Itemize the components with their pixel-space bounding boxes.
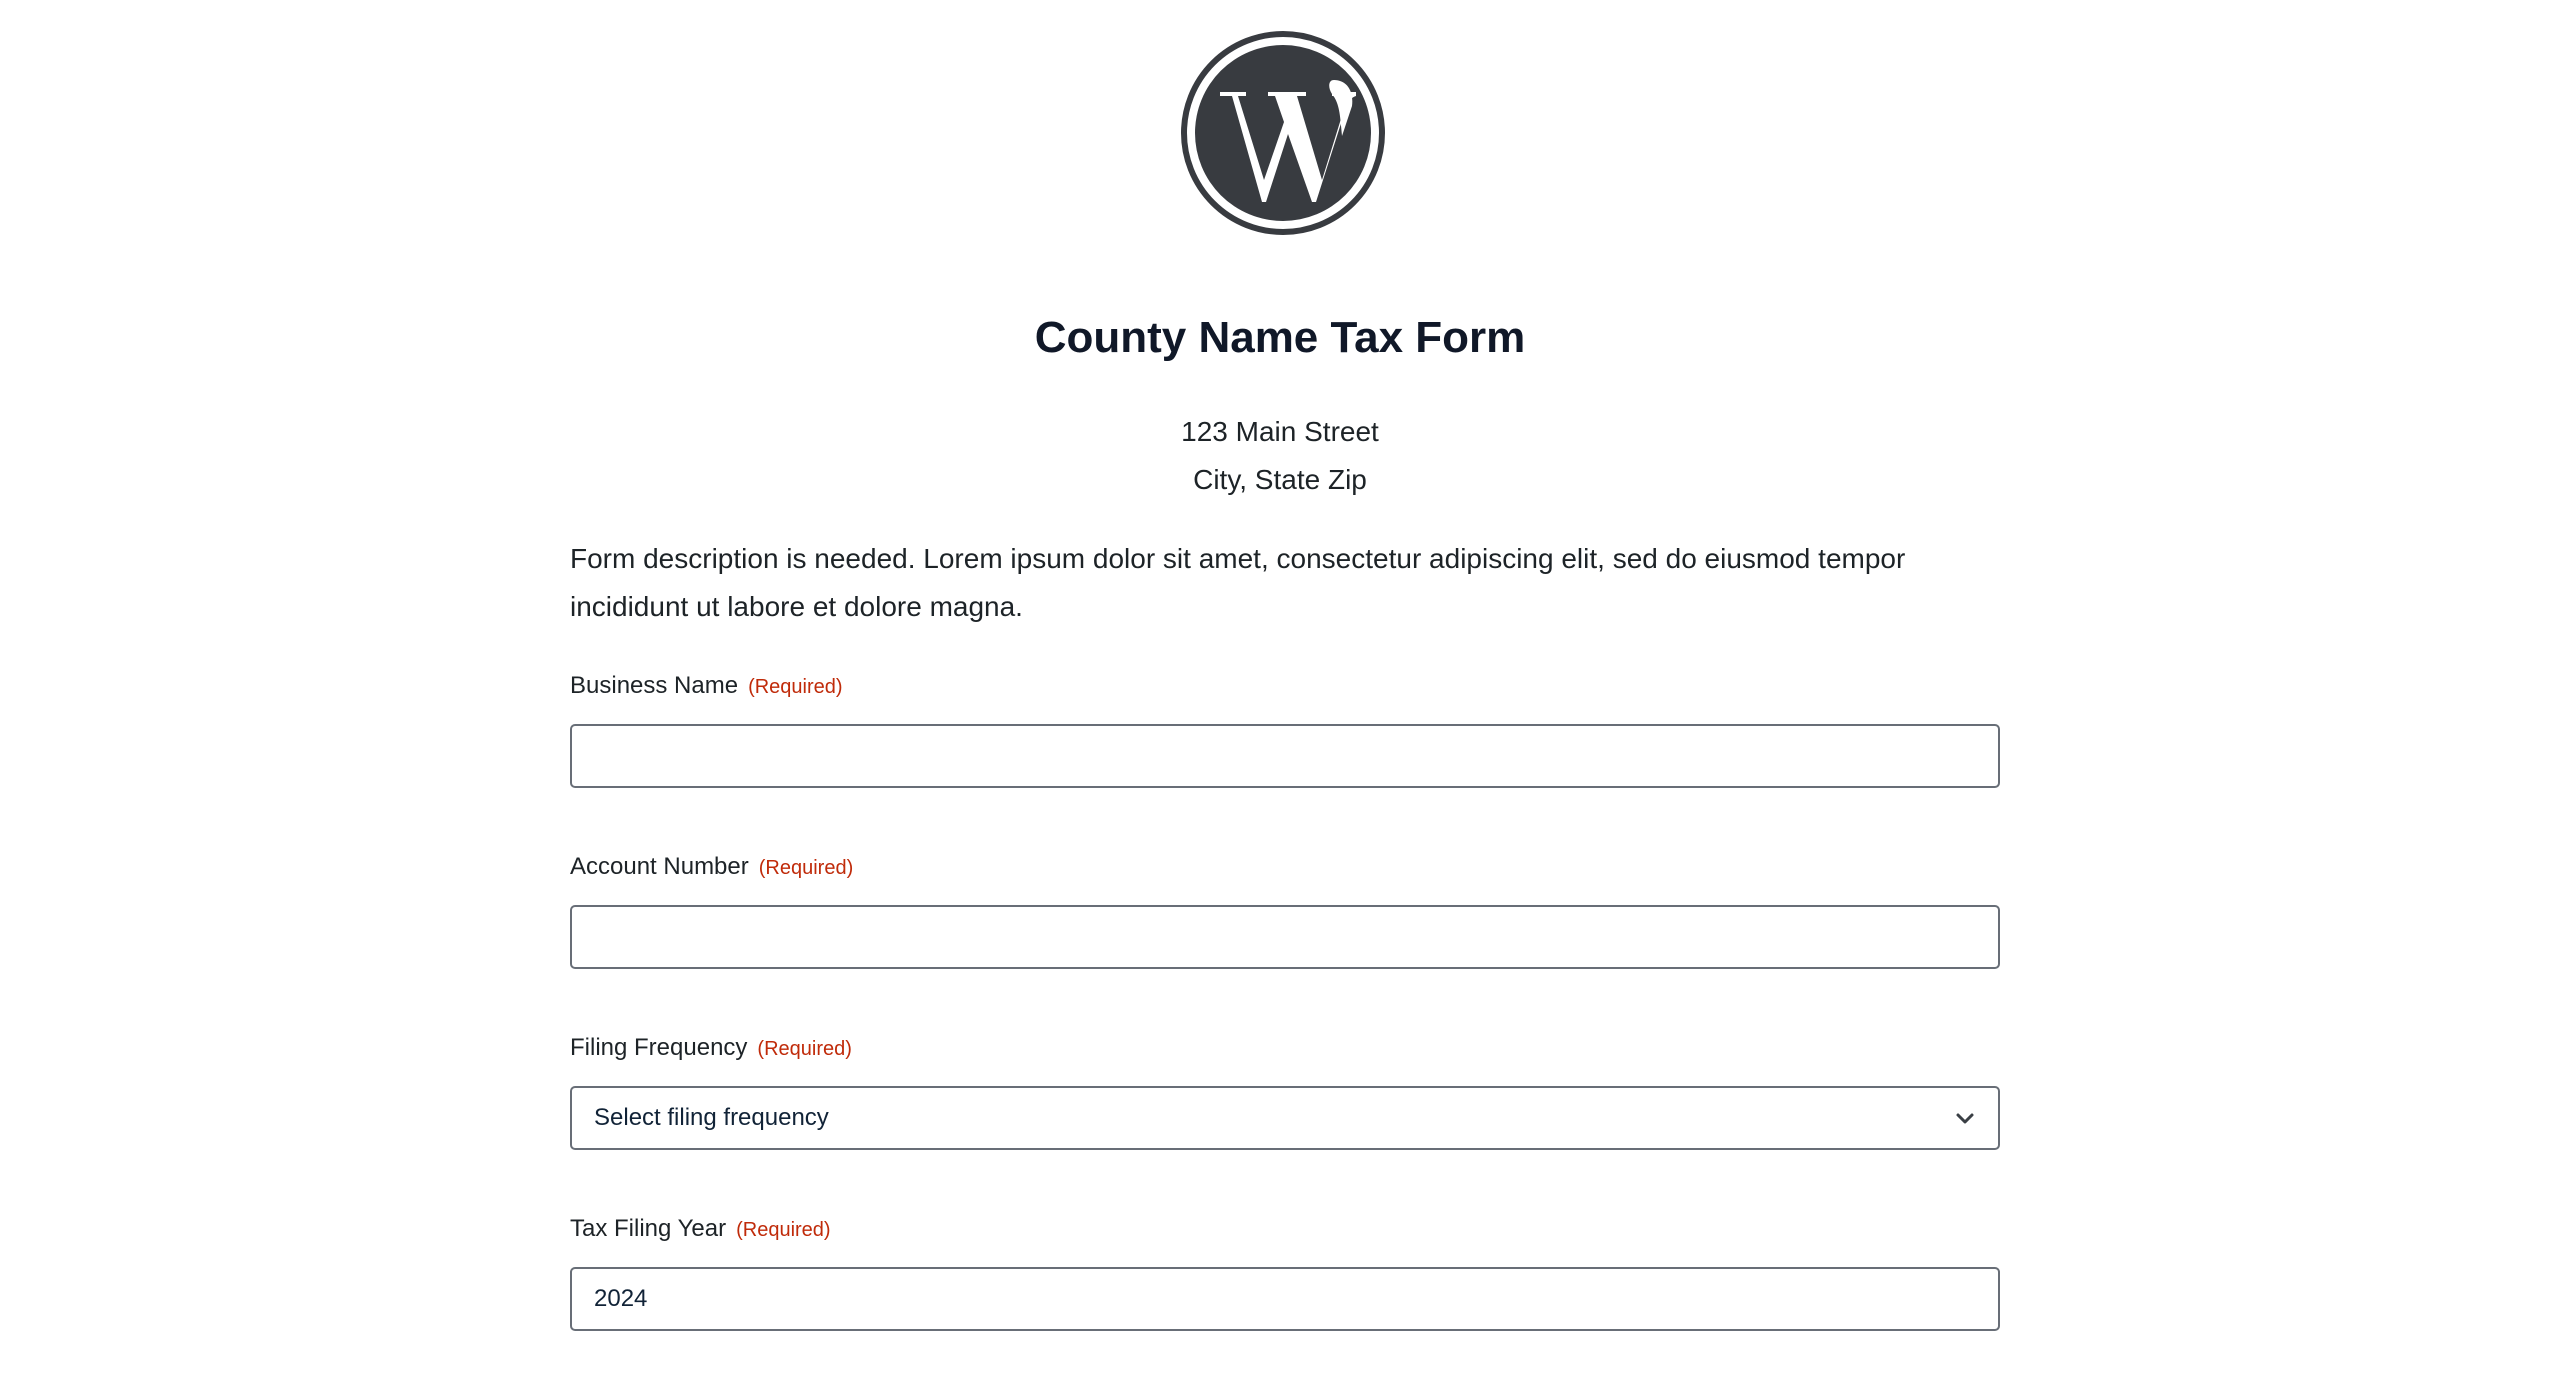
business-name-input[interactable] [570, 724, 2000, 788]
account-number-field: Account Number (Required) [570, 851, 2000, 969]
address: 123 Main Street City, State Zip [0, 408, 2560, 504]
account-number-label: Account Number (Required) [570, 851, 2000, 883]
filing-frequency-label-text: Filing Frequency [570, 1034, 748, 1061]
filing-frequency-label: Filing Frequency (Required) [570, 1032, 2000, 1064]
wordpress-logo-icon [1180, 30, 1386, 236]
required-indicator: (Required) [758, 857, 854, 879]
required-indicator: (Required) [757, 1038, 852, 1060]
required-indicator: (Required) [748, 676, 843, 698]
address-line-1: 123 Main Street [1181, 416, 1379, 447]
page-title: County Name Tax Form [1034, 313, 1526, 362]
next-field-label-cut-off [570, 1386, 650, 1390]
filing-frequency-field: Filing Frequency (Required) Select filing… [570, 1032, 2000, 1150]
business-name-field: Business Name (Required) [570, 670, 2000, 788]
filing-frequency-select[interactable]: Select filing frequency [570, 1086, 2000, 1150]
tax-filing-year-label: Tax Filing Year (Required) [570, 1213, 2000, 1245]
tax-filing-year-value: 2024 [594, 1285, 648, 1312]
tax-filing-year-label-text: Tax Filing Year [570, 1215, 727, 1242]
account-number-input[interactable] [570, 905, 2000, 969]
tax-filing-year-input[interactable]: 2024 [570, 1267, 2000, 1331]
tax-filing-year-field: Tax Filing Year (Required) 2024 [570, 1213, 2000, 1331]
chevron-down-icon [1954, 1107, 1976, 1129]
form-description: Form description is needed. Lorem ipsum … [570, 543, 1906, 622]
address-line-2: City, State Zip [1193, 464, 1367, 495]
business-name-label: Business Name (Required) [570, 670, 2000, 702]
business-name-label-text: Business Name [570, 672, 739, 699]
filing-frequency-selected-value: Select filing frequency [594, 1104, 829, 1131]
required-indicator: (Required) [736, 1219, 831, 1241]
page: County Name Tax Form 123 Main Street Cit… [0, 0, 2560, 1390]
account-number-label-text: Account Number [570, 853, 749, 880]
